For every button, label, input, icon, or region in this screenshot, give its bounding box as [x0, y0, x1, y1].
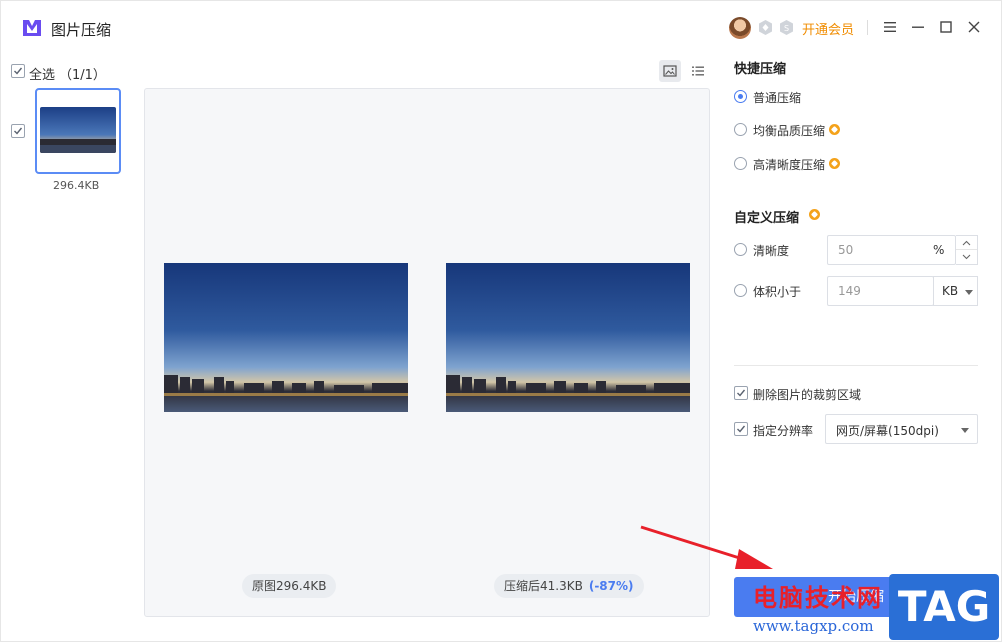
vip-crown-icon: [829, 158, 840, 169]
minimize-icon[interactable]: [909, 18, 927, 36]
annotation-arrow-icon: [640, 525, 773, 569]
custom-compress-title: 自定义压缩: [734, 211, 800, 226]
stepper-up-button[interactable]: [956, 236, 977, 250]
clarity-input[interactable]: 50 %: [827, 235, 956, 265]
file-item-checkbox[interactable]: [11, 124, 25, 138]
chevron-down-icon: [961, 428, 969, 433]
list-view-button[interactable]: [687, 60, 709, 82]
menu-icon[interactable]: [881, 18, 899, 36]
maximize-icon[interactable]: [937, 18, 955, 36]
chevron-up-icon: [962, 240, 971, 246]
clarity-radio[interactable]: [734, 243, 747, 256]
clarity-value: 50: [838, 243, 854, 257]
chevron-down-icon: [962, 254, 971, 260]
list-view-icon: [692, 66, 704, 76]
size-limit-label: 体积小于: [753, 285, 802, 299]
normal-compress-radio[interactable]: [734, 90, 747, 103]
original-image-preview: [164, 263, 408, 412]
watermark-text: 电脑技术网: [753, 584, 883, 612]
section-divider: [734, 365, 978, 366]
title-bar: 图片压缩 S 开通会员: [1, 1, 1001, 53]
select-all-label: 全选: [29, 68, 56, 83]
size-limit-radio[interactable]: [734, 284, 747, 297]
watermark-url: www.tagxp.com: [753, 617, 874, 635]
clarity-label: 清晰度: [753, 244, 790, 258]
normal-compress-label: 普通压缩: [753, 91, 802, 105]
svg-text:S: S: [784, 24, 789, 33]
select-all-checkbox[interactable]: [11, 64, 25, 78]
clarity-stepper[interactable]: [956, 235, 978, 265]
resolution-label: 指定分辨率: [753, 424, 814, 438]
image-view-button[interactable]: [659, 60, 681, 82]
remove-crop-label: 删除图片的裁剪区域: [753, 388, 862, 402]
size-limit-value: 149: [838, 284, 861, 298]
stepper-down-button[interactable]: [956, 250, 977, 264]
app-logo-icon: [23, 20, 41, 36]
reduction-percent: (-87%): [588, 579, 634, 593]
open-vip-link[interactable]: 开通会员: [802, 19, 854, 38]
original-size-label: 原图296.4KB: [242, 574, 337, 598]
preview-panel: 原图296.4KB 压缩后41.3KB (-87%): [144, 88, 710, 617]
resolution-value: 网页/屏幕(150dpi): [836, 424, 939, 438]
file-thumbnail[interactable]: [35, 88, 121, 174]
remove-crop-checkbox[interactable]: [734, 386, 748, 400]
user-avatar[interactable]: [729, 17, 751, 39]
app-window: 图片压缩 S 开通会员 全选 （1/1） 296.4KB 原图296.4KB 压…: [0, 0, 1002, 642]
hd-compress-radio[interactable]: [734, 157, 747, 170]
size-unit-value: KB: [942, 284, 959, 298]
vip-crown-icon: [809, 209, 820, 220]
compressed-size-label: 压缩后41.3KB (-87%): [494, 574, 644, 598]
watermark-tag-logo: TAG: [889, 574, 999, 640]
balanced-compress-radio[interactable]: [734, 123, 747, 136]
compressed-image-preview: [446, 263, 690, 412]
clarity-unit: %: [933, 243, 945, 257]
svip-level-icon[interactable]: S: [779, 19, 794, 36]
vip-level-icon[interactable]: [758, 19, 773, 36]
vip-crown-icon: [829, 124, 840, 135]
app-title: 图片压缩: [51, 21, 112, 39]
close-icon[interactable]: [965, 18, 983, 36]
resolution-checkbox[interactable]: [734, 422, 748, 436]
thumbnail-image: [40, 107, 116, 153]
image-view-icon: [663, 65, 677, 77]
size-unit-select[interactable]: KB: [933, 276, 978, 306]
chevron-down-icon: [965, 290, 973, 295]
select-all-count: （1/1）: [59, 68, 106, 83]
file-size: 296.4KB: [53, 179, 100, 192]
title-divider: [867, 20, 868, 35]
hd-compress-label: 高清晰度压缩: [753, 158, 826, 172]
resolution-select[interactable]: 网页/屏幕(150dpi): [825, 414, 978, 444]
size-limit-input[interactable]: 149: [827, 276, 934, 306]
balanced-compress-label: 均衡品质压缩: [753, 124, 826, 138]
quick-compress-title: 快捷压缩: [734, 62, 787, 77]
compressed-size-text: 压缩后41.3KB: [504, 579, 583, 593]
